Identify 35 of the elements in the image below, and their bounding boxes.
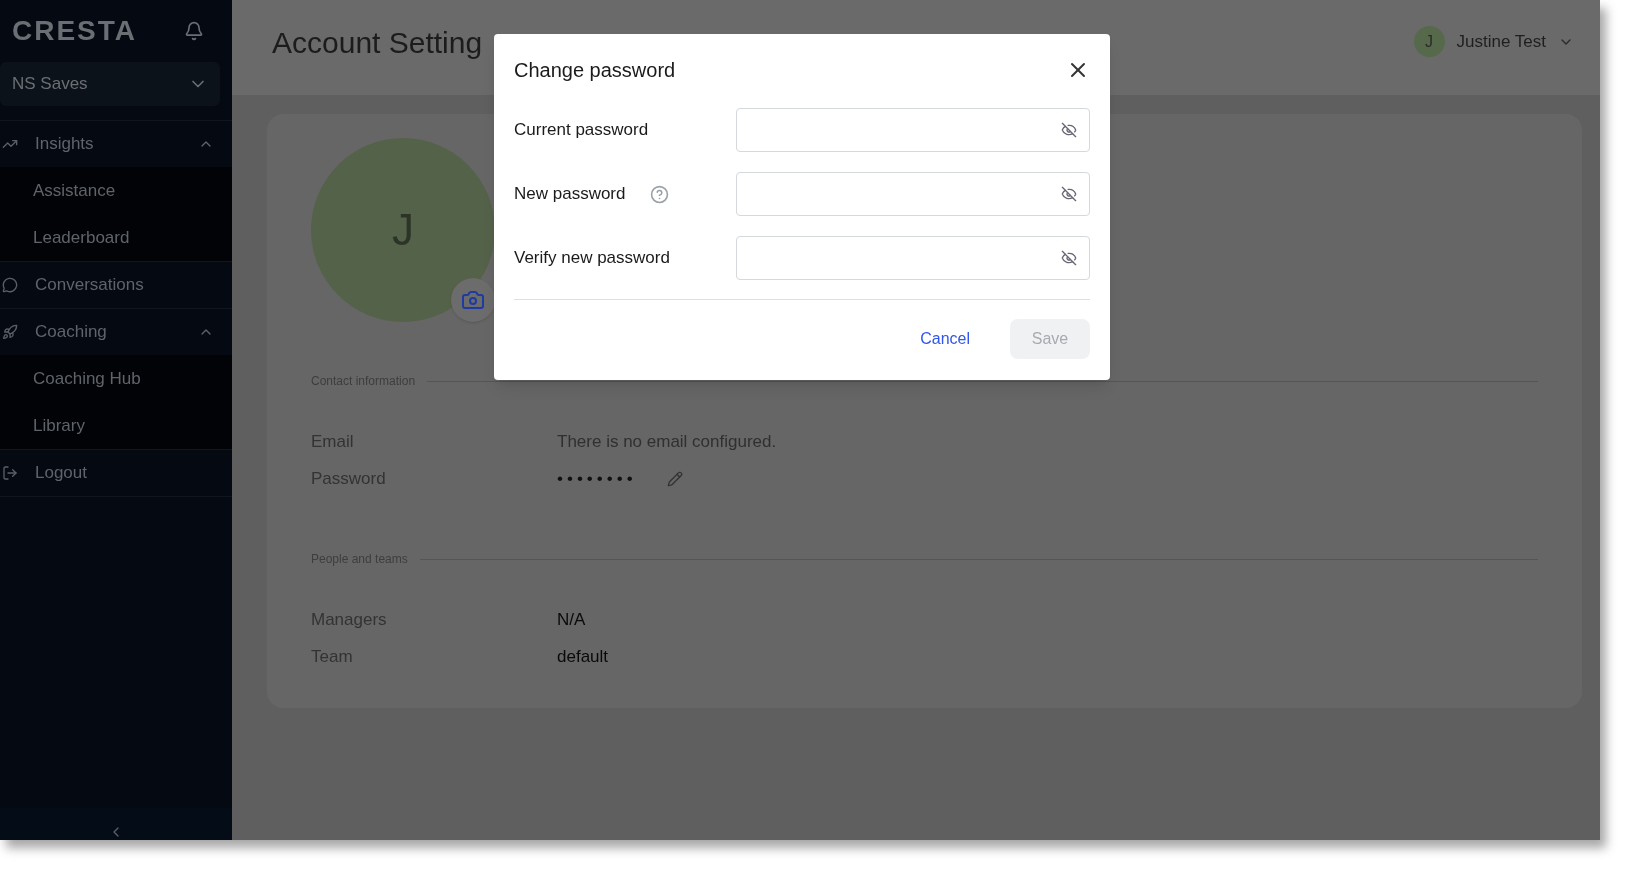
eye-slash-icon[interactable] (1061, 250, 1077, 266)
user-avatar: J (1413, 26, 1445, 57)
password-field[interactable] (736, 172, 1090, 216)
camera-icon (461, 288, 485, 312)
workspace-dropdown[interactable]: NS Saves (0, 62, 220, 106)
nav-subitem[interactable]: Coaching Hub (0, 355, 232, 402)
eye-slash-icon[interactable] (1061, 186, 1077, 202)
eye-slash-icon[interactable] (1061, 122, 1077, 138)
password-field[interactable] (736, 108, 1090, 152)
chat-bubble-icon (2, 277, 18, 293)
user-menu[interactable]: J Justine Test (1413, 26, 1574, 57)
logout-icon (2, 465, 18, 481)
field-value: default (557, 645, 609, 668)
logo: CRESTA (12, 14, 138, 48)
password-field[interactable] (736, 236, 1090, 280)
field-value: N/A (557, 608, 586, 631)
notification-bell-icon[interactable] (184, 21, 204, 41)
nav-item[interactable]: Coaching (0, 309, 232, 355)
camera-button[interactable] (451, 278, 495, 322)
nav-subitem[interactable]: Library (0, 402, 232, 449)
field-label: New password (514, 183, 626, 206)
nav-subitem[interactable]: Assistance (0, 167, 232, 214)
dialog-title: Change password (514, 58, 676, 83)
password-value: •••••••• (557, 467, 637, 490)
cancel-link[interactable]: Cancel (920, 319, 970, 359)
nav-item[interactable]: Insights (0, 121, 232, 167)
nav-item[interactable]: Conversations (0, 262, 232, 308)
field-label: Verify new password (514, 247, 670, 270)
field-label: Current password (514, 119, 649, 142)
edit-pencil-icon[interactable] (666, 470, 683, 487)
nav-item[interactable]: Logout (0, 450, 232, 496)
rocket-icon (2, 324, 18, 340)
page-title: Account Setting (272, 25, 483, 61)
nav-subitem[interactable]: Leaderboard (0, 214, 232, 261)
help-icon[interactable] (649, 184, 669, 204)
